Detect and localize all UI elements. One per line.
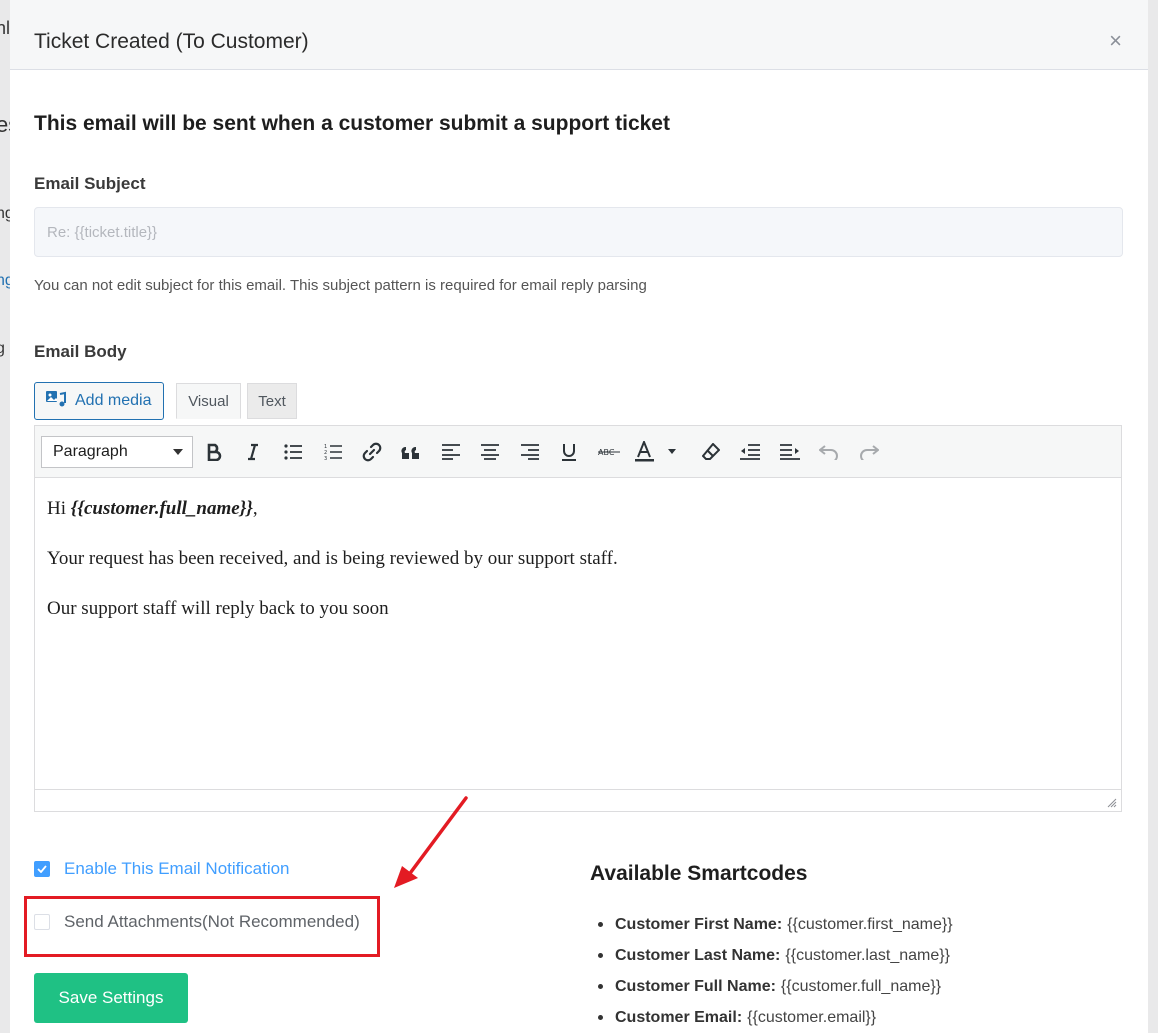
smartcode-name: Customer Email: — [615, 1008, 743, 1026]
italic-icon[interactable] — [239, 438, 267, 466]
format-select-value: Paragraph — [53, 443, 128, 460]
body-line: Our support staff will reply back to you… — [47, 598, 389, 619]
add-media-label: Add media — [75, 392, 152, 409]
checkbox-unchecked-icon[interactable] — [34, 914, 50, 930]
email-body-editor: Paragraph 123 ABC Hi {{customer.full_nam… — [34, 425, 1122, 812]
tab-text[interactable]: Text — [247, 383, 297, 419]
clear-formatting-icon[interactable] — [697, 438, 725, 466]
email-subject-label: Email Subject — [34, 174, 146, 193]
indent-icon[interactable] — [776, 438, 804, 466]
checkbox-checked-icon[interactable] — [34, 861, 50, 877]
bullet-icon — [598, 984, 603, 989]
dialog-header: Ticket Created (To Customer) × — [10, 0, 1148, 70]
redo-icon[interactable] — [855, 438, 883, 466]
numbered-list-icon[interactable]: 123 — [319, 438, 347, 466]
outdent-icon[interactable] — [736, 438, 764, 466]
text-color-icon[interactable] — [634, 438, 678, 466]
align-right-icon[interactable] — [516, 438, 544, 466]
greeting-prefix: Hi — [47, 498, 71, 519]
smartcode-value: {{customer.full_name}} — [780, 977, 942, 995]
smartcodes-title: Available Smartcodes — [590, 862, 808, 885]
greeting-smartcode: {{customer.full_name}} — [70, 498, 253, 519]
blockquote-icon[interactable] — [397, 438, 425, 466]
body-line: Your request has been received, and is b… — [47, 548, 618, 569]
smartcodes-list: Customer First Name: {{customer.first_nam… — [598, 909, 953, 1033]
smartcode-name: Customer First Name: — [615, 915, 783, 933]
email-body-label: Email Body — [34, 342, 127, 361]
add-media-button[interactable]: Add media — [34, 382, 164, 420]
send-attachments-checkbox[interactable]: Send Attachments(Not Recommended) — [34, 912, 360, 932]
svg-text:3: 3 — [324, 456, 327, 461]
list-item: Customer First Name: {{customer.first_nam… — [598, 909, 953, 940]
smartcode-name: Customer Full Name: — [615, 977, 776, 995]
greeting-line: Hi {{customer.full_name}}, — [47, 498, 1109, 520]
align-center-icon[interactable] — [476, 438, 504, 466]
smartcode-value: {{customer.email}} — [747, 1008, 877, 1026]
smartcode-value: {{customer.last_name}} — [785, 946, 950, 964]
bullet-icon — [598, 953, 603, 958]
close-icon[interactable]: × — [1109, 30, 1122, 52]
link-icon[interactable] — [358, 438, 386, 466]
chevron-down-icon — [173, 449, 183, 455]
paragraph-format-select[interactable]: Paragraph — [41, 436, 193, 468]
greeting-suffix: , — [252, 498, 258, 519]
bold-icon[interactable] — [200, 438, 228, 466]
background-fragment: g — [0, 340, 5, 357]
subject-help-text: You can not edit subject for this email.… — [34, 277, 647, 294]
editor-statusbar — [35, 789, 1121, 811]
list-item: Customer Email: {{customer.email}} — [598, 1002, 953, 1033]
dialog-headline: This email will be sent when a customer … — [34, 112, 670, 135]
editor-toolbar: Paragraph 123 ABC — [35, 426, 1121, 478]
email-settings-dialog: Ticket Created (To Customer) × This emai… — [10, 0, 1148, 1033]
align-left-icon[interactable] — [437, 438, 465, 466]
bullet-icon — [598, 922, 603, 927]
bullet-icon — [598, 1015, 603, 1020]
save-settings-button[interactable]: Save Settings — [34, 973, 188, 1023]
list-item: Customer Last Name: {{customer.last_name}… — [598, 940, 953, 971]
dialog-title: Ticket Created (To Customer) — [34, 30, 309, 53]
enable-notification-checkbox[interactable]: Enable This Email Notification — [34, 859, 290, 879]
tab-visual[interactable]: Visual — [176, 383, 241, 419]
underline-icon[interactable] — [555, 438, 583, 466]
smartcode-value: {{customer.first_name}} — [787, 915, 953, 933]
enable-notification-label: Enable This Email Notification — [64, 859, 290, 878]
undo-icon[interactable] — [815, 438, 843, 466]
editor-content-area[interactable]: Hi {{customer.full_name}}, Your request … — [35, 478, 1121, 668]
media-icon — [45, 389, 67, 414]
email-subject-input[interactable] — [34, 207, 1123, 257]
smartcode-name: Customer Last Name: — [615, 946, 781, 964]
send-attachments-label: Send Attachments(Not Recommended) — [64, 912, 360, 931]
bulleted-list-icon[interactable] — [279, 438, 307, 466]
resize-grip-icon[interactable] — [1107, 798, 1117, 808]
background-fragment: nl — [0, 18, 11, 38]
strikethrough-icon[interactable]: ABC — [595, 438, 623, 466]
list-item: Customer Full Name: {{customer.full_name}… — [598, 971, 953, 1002]
